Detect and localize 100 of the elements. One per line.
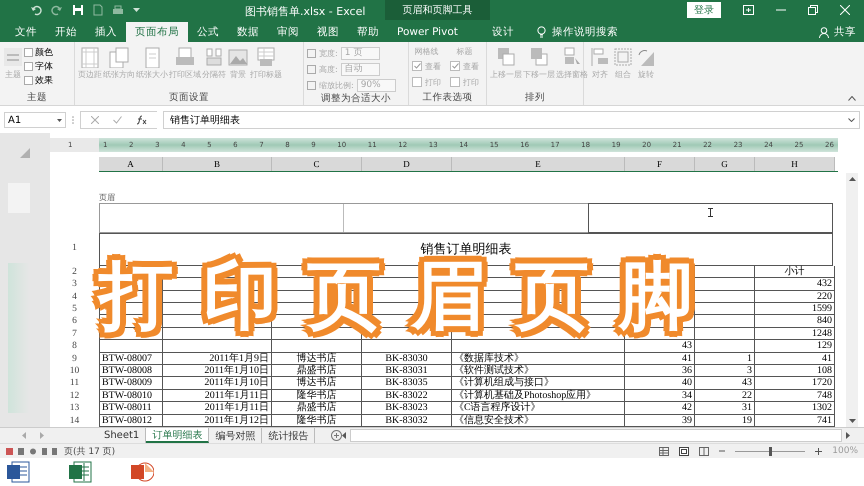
table-cell: 《数据库技术》 <box>452 352 625 364</box>
row-number[interactable]: 11 <box>50 377 99 390</box>
name-box[interactable]: A1 <box>4 112 66 128</box>
table-cell: 36 <box>625 365 695 376</box>
table-cell: BK-83032 <box>362 414 452 426</box>
header-section[interactable] <box>588 203 833 234</box>
bring-forward-icon <box>495 46 517 68</box>
checkbox-label: 打印 <box>425 76 441 88</box>
ribbon-tab[interactable]: 公式 <box>188 22 228 42</box>
column-header[interactable]: C <box>272 157 362 171</box>
ribbon-tab[interactable]: 审阅 <box>268 22 308 42</box>
column-header[interactable]: F <box>625 157 695 171</box>
sheet-tab[interactable]: 订单明细表 <box>146 428 210 443</box>
ribbon-tab[interactable]: 数据 <box>228 22 268 42</box>
zoom-in-icon[interactable] <box>815 448 822 454</box>
column-header[interactable]: B <box>163 157 272 171</box>
restore-icon[interactable] <box>808 5 818 15</box>
group-label: 标题 <box>456 46 474 57</box>
ribbon-tab[interactable]: 文件 <box>6 22 46 42</box>
field-label: 缩放比例: <box>319 80 354 90</box>
table-cell: 22 <box>695 390 755 402</box>
add-sheet-icon[interactable] <box>331 430 342 441</box>
expand-icon <box>848 118 855 122</box>
table-cell: 隆华书店 <box>272 390 362 402</box>
scroll-up-icon[interactable] <box>848 177 856 181</box>
row-number[interactable]: 8 <box>50 340 99 353</box>
column-header[interactable]: H <box>755 157 835 171</box>
scroll-down-icon[interactable] <box>848 419 856 423</box>
table-cell: 博达书店 <box>272 352 362 364</box>
scroll-left-icon[interactable] <box>342 432 346 439</box>
ribbon-tab[interactable]: 帮助 <box>348 22 388 42</box>
share-button[interactable]: 共享 <box>834 25 856 39</box>
print-icon[interactable] <box>112 4 124 16</box>
zoom-level: 100% <box>832 446 858 456</box>
column-header[interactable]: G <box>695 157 755 171</box>
row-number[interactable]: 1 <box>50 230 99 266</box>
field-label: 高度: <box>319 64 338 74</box>
table-cell: 1 <box>695 352 755 364</box>
table-cell: 748 <box>755 390 835 402</box>
row-number[interactable]: 13 <box>50 402 99 415</box>
ribbon-tab[interactable]: 设计 <box>482 22 523 42</box>
word-app-icon[interactable] <box>6 461 30 483</box>
ribbon-display-icon[interactable] <box>743 5 754 15</box>
row-number[interactable]: 14 <box>50 414 99 427</box>
ribbon-tab[interactable]: 插入 <box>86 22 126 42</box>
table-cell: 31 <box>695 402 755 414</box>
powerpoint-app-icon[interactable] <box>130 461 154 483</box>
function-icon[interactable] <box>136 115 147 125</box>
ribbon-tab[interactable]: 开始 <box>46 22 86 42</box>
table-cell: 1599 <box>755 303 835 314</box>
column-header[interactable]: A <box>99 157 163 171</box>
table-cell: 2011年1月10日 <box>163 365 272 376</box>
table-cell: 《计算机组成与接口》 <box>452 377 625 389</box>
redo-icon[interactable] <box>51 4 63 16</box>
vertical-scrollbar[interactable] <box>846 173 858 427</box>
column-header[interactable]: E <box>452 157 625 171</box>
page-layout-icon[interactable] <box>679 446 690 456</box>
header-label: 页眉 <box>99 192 116 203</box>
table-cell: 1720 <box>755 377 835 389</box>
table-cell: 博达书店 <box>272 377 362 389</box>
table-cell: BK-83023 <box>362 402 452 414</box>
collapse-icon[interactable] <box>848 96 856 101</box>
ribbon-tab[interactable]: 视图 <box>308 22 348 42</box>
row-number[interactable]: 9 <box>50 352 99 366</box>
dropdown-icon[interactable] <box>133 7 140 13</box>
check-icon[interactable] <box>113 116 122 124</box>
table-cell: 鼎盛书店 <box>272 365 362 376</box>
scroll-right-icon[interactable] <box>846 432 850 439</box>
field-label: 宽度: <box>319 48 338 58</box>
excel-app-icon[interactable] <box>68 461 92 483</box>
printer-icon <box>174 46 196 68</box>
group-icon <box>612 46 634 68</box>
new-file-icon[interactable] <box>93 4 103 16</box>
table-cell: 1248 <box>755 328 835 340</box>
ribbon-tab[interactable]: Power Pivot <box>388 22 467 42</box>
table-cell: BTW-08008 <box>99 365 163 376</box>
table-cell: 1302 <box>755 402 835 414</box>
table-cell: 220 <box>755 290 835 302</box>
table-cell: BK-83035 <box>362 377 452 389</box>
table-cell: 隆华书店 <box>272 414 362 426</box>
ribbon-tab[interactable]: 页面布局 <box>126 22 188 42</box>
table-cell: BTW-08012 <box>99 414 163 426</box>
row-number[interactable]: 10 <box>50 365 99 378</box>
page-count: 页(共 17 页) <box>64 446 116 458</box>
table-cell: BK-83030 <box>362 352 452 364</box>
row-number[interactable]: 12 <box>50 390 99 402</box>
table-cell: 2011年1月10日 <box>163 377 272 389</box>
close-icon[interactable] <box>840 5 850 15</box>
column-header[interactable]: D <box>362 157 452 171</box>
table-cell: 432 <box>755 278 835 290</box>
normal-view-icon[interactable] <box>659 446 670 456</box>
zoom-slider-thumb[interactable] <box>768 446 772 456</box>
tell-me-search[interactable]: 操作说明搜索 <box>552 25 618 39</box>
table-cell: 40 <box>625 377 695 389</box>
login-button[interactable]: 登录 <box>687 2 721 18</box>
undo-icon[interactable] <box>30 4 42 16</box>
formula-field[interactable]: 销售订单明细表 <box>163 111 860 129</box>
page-break-preview-icon[interactable] <box>699 446 710 456</box>
table-cell: BTW-08009 <box>99 377 163 389</box>
dropdown-icon <box>57 118 62 122</box>
